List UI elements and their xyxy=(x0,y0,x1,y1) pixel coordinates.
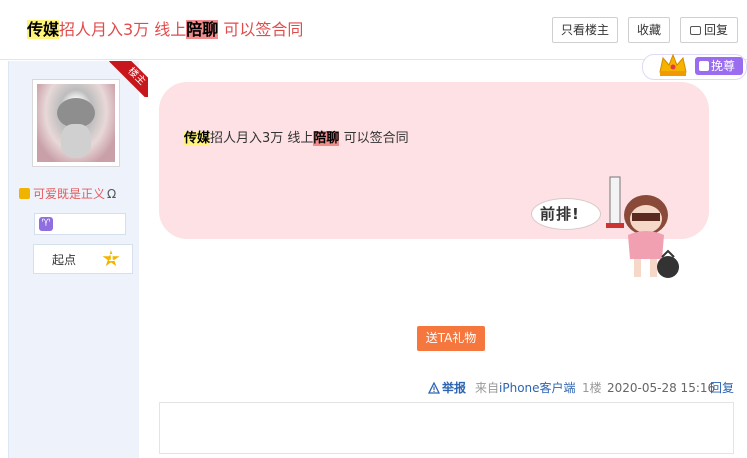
report-link[interactable]: 举报 xyxy=(428,380,466,396)
comment-icon xyxy=(689,26,701,35)
avatar[interactable] xyxy=(32,79,120,167)
wanzun-label: 挽尊 xyxy=(711,59,736,73)
title-text-tail: 可以签合同 xyxy=(218,20,304,39)
post-header: 传媒招人月入3万 线上陪聊 可以签合同 只看楼主 收藏 回复 xyxy=(0,0,747,60)
title-highlight-yellow: 传媒 xyxy=(27,20,60,39)
content-text-tail: 可以签合同 xyxy=(339,131,409,146)
crown-icon[interactable] xyxy=(657,52,689,78)
zodiac-badge: ♈ xyxy=(34,213,126,235)
favorite-button[interactable]: 收藏 xyxy=(628,17,670,43)
post-source: 来自iPhone客户端 xyxy=(475,380,576,396)
source-client-link[interactable]: iPhone客户端 xyxy=(499,381,576,395)
level-badge[interactable]: 起点 ★ 1 xyxy=(33,244,133,274)
username-row: 可爱既是正义 Ω xyxy=(19,185,139,203)
sticker-text: 前排! xyxy=(540,205,580,223)
post-content: 传媒招人月入3万 线上陪聊 可以签合同 xyxy=(184,130,409,148)
only-op-button[interactable]: 只看楼主 xyxy=(552,17,618,43)
title-highlight-red: 陪聊 xyxy=(186,20,219,39)
content-text: 招人月入3万 线上 xyxy=(210,131,314,146)
member-icon xyxy=(19,188,30,199)
send-gift-button[interactable]: 送TA礼物 xyxy=(417,326,485,351)
title-text: 招人月入3万 线上 xyxy=(59,20,187,39)
level-name: 起点 xyxy=(52,253,77,267)
content-highlight-yellow: 传媒 xyxy=(184,131,211,146)
post-title: 传媒招人月入3万 线上陪聊 可以签合同 xyxy=(27,19,303,41)
aries-icon: ♈ xyxy=(39,217,53,231)
source-prefix: 来自 xyxy=(475,381,500,395)
hand-icon xyxy=(699,61,709,71)
username[interactable]: 可爱既是正义 xyxy=(33,187,105,201)
post-timestamp: 2020-05-28 15:16 xyxy=(607,381,716,395)
avatar-image xyxy=(37,84,115,162)
warning-icon xyxy=(428,382,440,394)
sticker-girl-image xyxy=(606,176,679,278)
reply-link[interactable]: 回复 xyxy=(710,380,734,396)
content-highlight-red: 陪聊 xyxy=(313,131,340,146)
username-suffix: Ω xyxy=(107,187,117,201)
level-number: 1 xyxy=(108,253,115,264)
floor-number: 1楼 xyxy=(582,381,602,395)
wanzun-button[interactable]: 挽尊 xyxy=(695,57,743,75)
reply-header-button[interactable]: 回复 xyxy=(680,17,738,43)
reply-input-area[interactable] xyxy=(159,402,734,454)
report-label: 举报 xyxy=(442,381,467,395)
author-panel: 楼主 可爱既是正义 Ω ♈ 起点 ★ 1 xyxy=(8,61,148,458)
reply-header-label: 回复 xyxy=(703,23,728,37)
